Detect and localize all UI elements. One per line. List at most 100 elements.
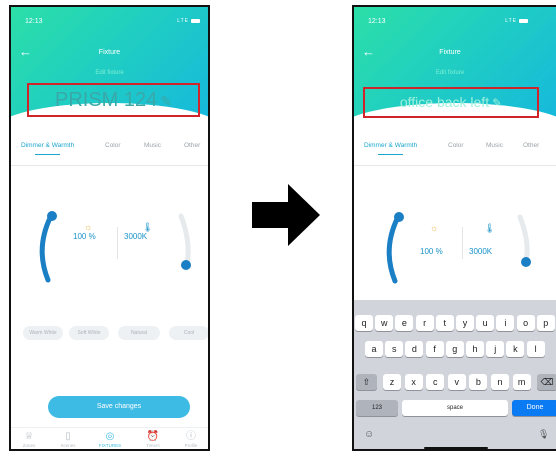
status-network: LTE <box>505 18 528 24</box>
tab-dimmer-warmth[interactable]: Dimmer & Warmth <box>21 142 74 155</box>
tab-dimmer-warmth[interactable]: Dimmer & Warmth <box>364 142 417 155</box>
fixture-name-field[interactable]: PRISM 124 ✎ <box>27 83 200 117</box>
key-c[interactable]: c <box>426 374 445 390</box>
dial-arcs <box>386 212 531 284</box>
tab-bar: Dimmer & Warmth Color Music Other <box>364 142 550 156</box>
fixture-name-field[interactable]: office back left ✎ <box>363 87 539 118</box>
scenes-icon: ▯ <box>65 431 71 442</box>
brightness-arc <box>386 214 401 284</box>
key-t[interactable]: t <box>435 315 454 331</box>
page-title: Fixture <box>98 49 121 56</box>
brightness-handle[interactable] <box>394 212 404 222</box>
save-changes-button[interactable]: Save changes <box>48 396 190 418</box>
status-time: 12:13 <box>368 18 386 25</box>
nav-fixtures[interactable]: ◎ FIXTURES <box>94 431 126 448</box>
key-r[interactable]: r <box>415 315 434 331</box>
battery-icon <box>519 18 528 23</box>
microphone-icon[interactable]: 🎙 <box>538 429 549 440</box>
key-y[interactable]: y <box>456 315 474 331</box>
preset-natural[interactable]: Natural <box>118 326 160 340</box>
key-s[interactable]: s <box>385 341 404 357</box>
nav-scenes[interactable]: ▯ Scenes <box>52 431 84 448</box>
key-d[interactable]: d <box>405 341 424 357</box>
warmth-handle[interactable] <box>181 260 191 270</box>
key-q[interactable]: q <box>355 315 373 331</box>
tab-divider <box>11 165 208 166</box>
thermometer-icon: 🌡 <box>484 223 496 233</box>
battery-icon <box>191 18 200 23</box>
phone-after: 12:13 LTE ← Fixture Edit fixture office … <box>352 5 556 451</box>
key-o[interactable]: o <box>516 315 535 331</box>
key-p[interactable]: p <box>536 315 555 331</box>
key-l[interactable]: l <box>526 341 545 357</box>
key-m[interactable]: m <box>512 374 531 390</box>
status-time: 12:13 <box>25 18 43 25</box>
key-e[interactable]: e <box>395 315 414 331</box>
numbers-key[interactable]: 123 <box>356 400 398 416</box>
nav-profile[interactable]: ⓘ Profile <box>175 431 207 448</box>
key-b[interactable]: b <box>469 374 488 390</box>
zones-icon: ♕ <box>24 431 34 442</box>
key-u[interactable]: u <box>476 315 495 331</box>
right-arrow-icon <box>252 184 320 246</box>
warmth-track <box>517 214 530 264</box>
nav-timers[interactable]: ⏰ Timers <box>137 431 169 448</box>
pencil-icon[interactable]: ✎ <box>160 93 172 109</box>
key-k[interactable]: k <box>506 341 525 357</box>
preset-warm-white[interactable]: Warm White <box>23 326 63 340</box>
emoji-icon[interactable]: ☺ <box>364 429 374 440</box>
temperature-value: 3000K <box>469 247 493 256</box>
key-z[interactable]: z <box>383 374 401 390</box>
key-x[interactable]: x <box>404 374 423 390</box>
key-i[interactable]: i <box>496 315 515 331</box>
key-f[interactable]: f <box>425 341 444 357</box>
key-w[interactable]: w <box>375 315 394 331</box>
brightness-handle[interactable] <box>47 211 57 221</box>
nav-zones[interactable]: ♕ Zones <box>13 431 45 448</box>
dimmer-dial: ☼ 🌡 100 % 3000K <box>11 202 208 292</box>
dimmer-dial: ☼ 🌡 100 % 3000K <box>354 207 556 297</box>
key-a[interactable]: a <box>365 341 383 357</box>
tab-music[interactable]: Music <box>486 142 503 149</box>
key-j[interactable]: j <box>486 341 505 357</box>
page-title: Fixture <box>439 49 461 56</box>
tab-other[interactable]: Other <box>523 142 539 149</box>
profile-icon: ⓘ <box>186 431 196 442</box>
tab-bar: Dimmer & Warmth Color Music Other <box>21 142 202 156</box>
fixtures-icon: ◎ <box>105 431 115 442</box>
key-n[interactable]: n <box>491 374 509 390</box>
phone-before: 12:13 LTE ← Fixture Edit fixture PRISM 1… <box>9 5 210 451</box>
brightness-arc <box>39 213 54 283</box>
tab-divider <box>354 165 556 166</box>
key-h[interactable]: h <box>466 341 484 357</box>
preset-soft-white[interactable]: Soft White <box>69 326 109 340</box>
warmth-handle[interactable] <box>521 257 531 267</box>
readout-separator <box>462 227 463 259</box>
preset-cool[interactable]: Cool <box>169 326 208 340</box>
tab-other[interactable]: Other <box>184 142 200 149</box>
tab-music[interactable]: Music <box>144 142 161 149</box>
keyboard-bottom-bar: ☺ 🎙 <box>354 427 556 449</box>
timer-icon: ⏰ <box>146 431 160 442</box>
bottom-nav: ♕ Zones ▯ Scenes ◎ FIXTURES ⏰ Timers ⓘ Profil… <box>11 427 208 449</box>
dial-arcs <box>39 211 191 283</box>
sun-icon: ☼ <box>430 223 439 233</box>
shift-key[interactable]: ⇧ <box>356 374 377 390</box>
edit-fixture-label: Edit fixture <box>95 70 124 76</box>
tab-color[interactable]: Color <box>105 142 121 149</box>
key-g[interactable]: g <box>445 341 464 357</box>
space-key[interactable]: space <box>402 400 508 416</box>
brightness-value: 100 % <box>73 232 96 241</box>
fixture-name: office back left <box>399 94 490 110</box>
home-indicator <box>424 447 488 449</box>
sun-icon: ☼ <box>84 222 93 232</box>
warmth-track <box>178 213 191 267</box>
tab-color[interactable]: Color <box>448 142 464 149</box>
delete-key[interactable]: ⌫ <box>537 374 556 390</box>
key-v[interactable]: v <box>447 374 466 390</box>
edit-fixture-label: Edit fixture <box>435 70 465 76</box>
pencil-icon[interactable]: ✎ <box>492 96 502 110</box>
readout-separator <box>117 227 118 259</box>
done-key[interactable]: Done <box>512 400 556 416</box>
fixture-name: PRISM 124 <box>55 89 158 111</box>
